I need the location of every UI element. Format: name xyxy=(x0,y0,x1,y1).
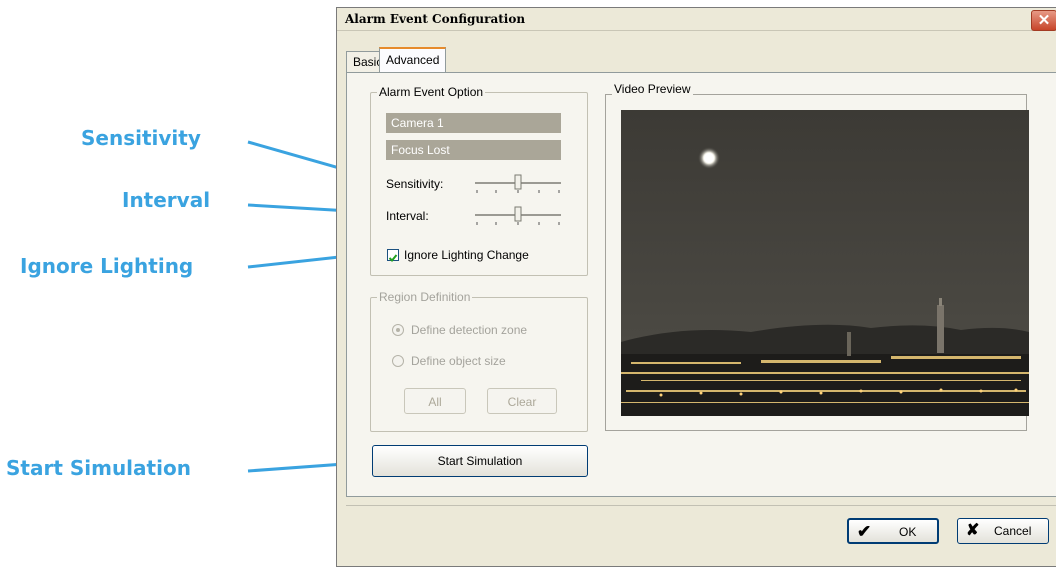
night-city-scene xyxy=(621,110,1029,416)
interval-slider[interactable] xyxy=(473,203,563,227)
interval-slider-ticks xyxy=(476,222,560,225)
close-icon: ✕ xyxy=(1037,12,1051,29)
alarm-event-option-group: Alarm Event Option Camera 1 Focus Lost S… xyxy=(370,85,588,276)
video-preview-title: Video Preview xyxy=(612,82,693,96)
footer-separator xyxy=(346,505,1056,506)
cancel-label: Cancel xyxy=(994,524,1032,538)
camera-field: Camera 1 xyxy=(386,113,561,133)
region-definition-title: Region Definition xyxy=(377,290,473,304)
tower xyxy=(937,305,944,353)
sensitivity-slider-thumb xyxy=(514,174,522,190)
interval-slider-thumb xyxy=(514,206,522,222)
sensitivity-slider[interactable] xyxy=(473,171,563,195)
define-detection-zone-radio[interactable] xyxy=(392,324,404,336)
define-detection-zone-label: Define detection zone xyxy=(411,323,528,337)
all-button[interactable]: All xyxy=(404,388,466,414)
region-definition-group: Region Definition Define detection zone … xyxy=(370,290,588,432)
ok-label: OK xyxy=(899,525,917,539)
cancel-button[interactable]: ✘ Cancel xyxy=(957,518,1049,544)
define-object-size-label: Define object size xyxy=(411,354,506,368)
sensitivity-slider-ticks xyxy=(476,190,560,193)
tab-advanced[interactable]: Advanced xyxy=(379,47,447,73)
close-button[interactable]: ✕ xyxy=(1031,10,1056,31)
define-object-size-radio[interactable] xyxy=(392,355,404,367)
interval-label: Interval: xyxy=(386,209,429,223)
ok-button[interactable]: ✔ OK xyxy=(847,518,939,544)
sensitivity-label: Sensitivity: xyxy=(386,177,444,191)
x-icon: ✘ xyxy=(966,522,980,539)
ignore-lighting-checkbox[interactable] xyxy=(387,249,399,262)
title-bar[interactable]: Alarm Event Configuration ✕ xyxy=(337,8,1056,31)
alarm-event-dialog: Alarm Event Configuration ✕ Basic Advanc… xyxy=(336,7,1056,567)
alarm-event-option-title: Alarm Event Option xyxy=(377,85,486,99)
video-preview-image xyxy=(621,110,1029,416)
clear-button[interactable]: Clear xyxy=(487,388,557,414)
start-simulation-button[interactable]: Start Simulation xyxy=(372,445,588,477)
checkbox-checked-icon xyxy=(388,254,398,262)
checkmark-icon: ✔ xyxy=(857,522,872,541)
ignore-lighting-label[interactable]: Ignore Lighting Change xyxy=(404,248,529,262)
dialog-title: Alarm Event Configuration xyxy=(345,12,526,26)
event-type-field: Focus Lost xyxy=(386,140,561,160)
